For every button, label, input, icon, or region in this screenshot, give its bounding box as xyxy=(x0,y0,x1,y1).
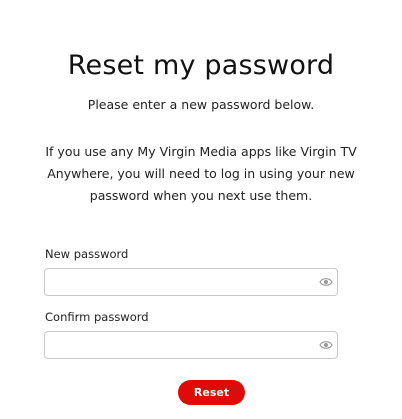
intro-text: Please enter a new password below. xyxy=(87,97,315,112)
confirm-password-input[interactable] xyxy=(45,332,309,358)
confirm-password-field xyxy=(44,331,338,359)
reset-button[interactable]: Reset xyxy=(178,380,245,405)
eye-icon[interactable] xyxy=(319,276,333,288)
page-title: Reset my password xyxy=(67,50,335,82)
new-password-field xyxy=(44,268,338,296)
apps-info-text: If you use any My Virgin Media apps like… xyxy=(45,144,357,203)
new-password-input[interactable] xyxy=(45,269,309,295)
eye-icon[interactable] xyxy=(319,339,333,351)
confirm-password-label: Confirm password xyxy=(45,310,149,324)
new-password-label: New password xyxy=(45,247,129,261)
